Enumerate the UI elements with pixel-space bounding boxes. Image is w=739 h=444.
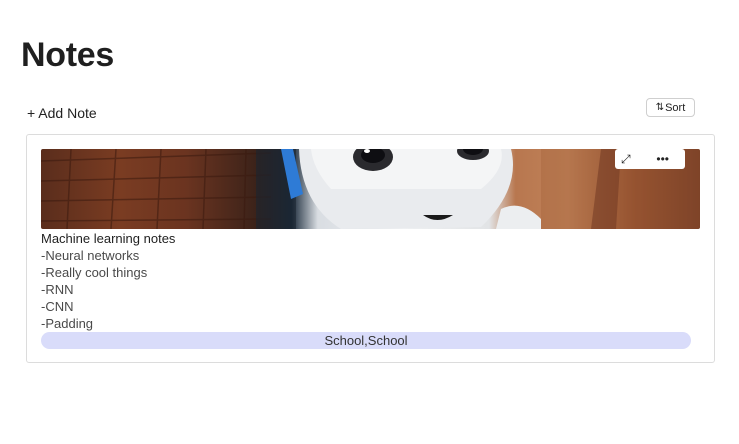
more-options-icon[interactable]: •••	[656, 149, 669, 169]
add-note-button[interactable]: + Add Note	[27, 105, 97, 121]
robot-photo-illustration	[41, 149, 700, 229]
sort-button[interactable]: ⇅ Sort	[646, 98, 695, 117]
note-card[interactable]: ⤢ ••• Machine learning notes -Neural net…	[26, 134, 715, 363]
note-body[interactable]: Machine learning notes -Neural networks …	[41, 230, 701, 332]
sort-label: Sort	[665, 101, 686, 114]
note-line: -RNN	[41, 282, 74, 297]
expand-icon[interactable]: ⤢	[621, 149, 631, 169]
add-note-label: + Add Note	[27, 105, 97, 121]
page-title: Notes	[21, 36, 114, 74]
note-tags[interactable]: School,School	[41, 332, 691, 349]
note-line: -Padding	[41, 316, 94, 331]
card-toolbar: ⤢ •••	[615, 149, 685, 169]
note-line: -CNN	[41, 299, 74, 314]
notes-page: Notes + Add Note ⇅ Sort ⤢ ••• Machine le…	[0, 0, 739, 444]
sort-arrows-icon: ⇅	[655, 101, 665, 113]
note-line: -Neural networks	[41, 248, 140, 263]
note-title: Machine learning notes	[41, 231, 176, 246]
note-cover-image	[41, 149, 700, 229]
note-line: -Really cool things	[41, 265, 148, 280]
